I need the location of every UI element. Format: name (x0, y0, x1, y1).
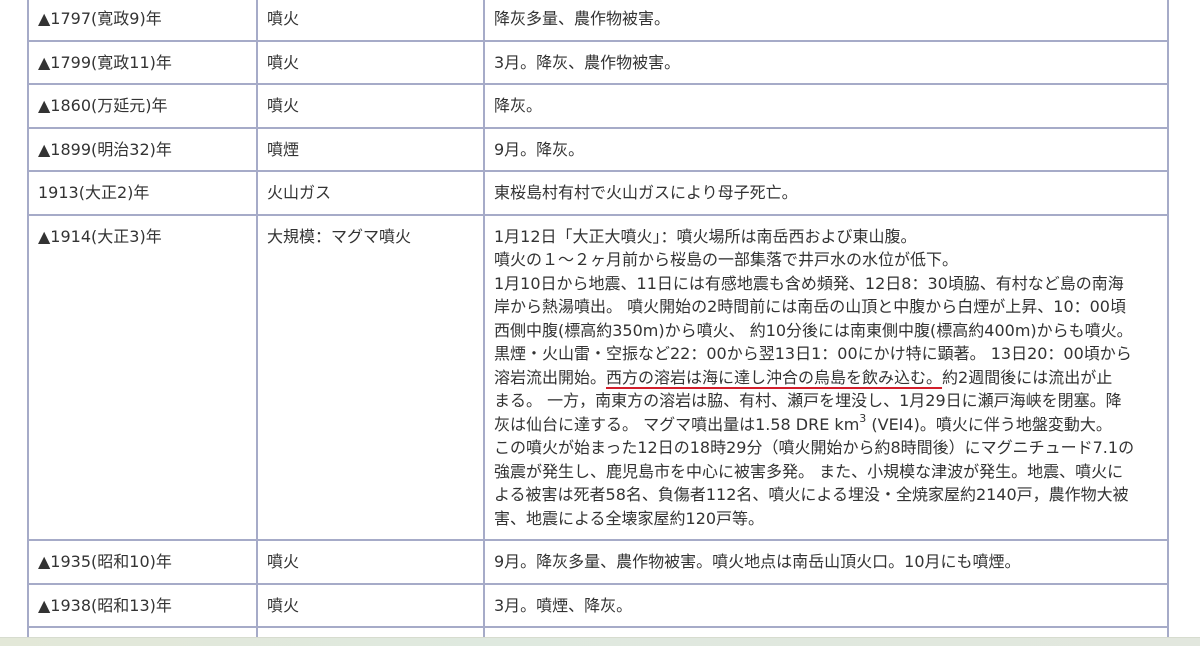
description-line: 西側中腹(標高約350m)から噴火、 約10分後には南東側中腹(標高約400m)… (494, 320, 1133, 340)
year-cell: ▲1899(明治32)年 (27, 126, 258, 172)
year-cell: ▲1797(寛政9)年 (27, 0, 258, 42)
description-line: まる。 一方，南東方の溶岩は脇、有村、瀬戸を埋没し、1月29日に瀬戸海峡を閉塞。… (494, 391, 1122, 410)
description-line: よる被害は死者58名、負傷者112名、噴火による埋没・全焼家屋約2140戸，農作… (494, 485, 1129, 504)
description-line: 1月10日から地震、11日には有感地震も含め頻発、12日8：30頃脇、有村など島… (494, 273, 1124, 293)
description-cell: 1月12日「大正大噴火」：噴火場所は南岳西および東山腹。 噴火の１～２ヶ月前から… (483, 213, 1169, 541)
description-line: 灰は仙台に達する。 マグマ噴出量は1.58 DRE km3 (VEI4)。噴火に… (494, 413, 1158, 437)
description-line: この噴火が始まった12日の18時29分（噴火開始から約8時間後）にマグニチュード… (494, 438, 1135, 457)
table-row: 1913(大正2)年 火山ガス 東桜島村有村で火山ガスにより母子死亡。 (27, 170, 1169, 216)
eruption-history-table: ▲1797(寛政9)年 噴火 降灰多量、農作物被害。 ▲1799(寛政11)年 … (27, 0, 1169, 646)
description-cell: 降灰多量、農作物被害。 (483, 0, 1169, 42)
year-cell: ▲1938(昭和13)年 (27, 582, 258, 628)
table-row: ▲1935(昭和10)年 噴火 9月。降灰多量、農作物被害。噴火地点は南岳山頂火… (27, 539, 1169, 585)
description-cell: 降灰。 (483, 83, 1169, 129)
highlighted-text: 西方の溶岩は海に達し沖合の烏島を飲み込む。 (606, 367, 943, 387)
description-line: 害、地震による全壊家屋約120戸等。 (494, 508, 765, 528)
event-type-cell: 噴火 (256, 83, 485, 129)
description-cell: 9月。降灰。 (483, 126, 1169, 172)
table-row-1914: ▲1914(大正3)年 大規模：マグマ噴火 1月12日「大正大噴火」：噴火場所は… (27, 213, 1169, 541)
description-line: 溶岩流出開始。西方の溶岩は海に達し沖合の烏島を飲み込む。約2週間後には流出が止 (494, 366, 1158, 390)
event-type-cell: 大規模：マグマ噴火 (256, 213, 485, 541)
superscript-3: 3 (859, 412, 867, 426)
description-cell: 3月。噴煙、降灰。 (483, 582, 1169, 628)
year-cell: ▲1914(大正3)年 (27, 213, 258, 541)
description-text: 溶岩流出開始。 (494, 367, 607, 387)
table-row: ▲1797(寛政9)年 噴火 降灰多量、農作物被害。 (27, 0, 1169, 42)
description-text: 約2週間後には流出が止 (942, 367, 1113, 387)
description-text: 灰は仙台に達する。 マグマ噴出量は1.58 DRE km (494, 414, 860, 434)
event-type-cell: 噴火 (256, 39, 485, 85)
year-cell: ▲1799(寛政11)年 (27, 39, 258, 85)
year-cell: ▲1935(昭和10)年 (27, 539, 258, 585)
table-row: ▲1938(昭和13)年 噴火 3月。噴煙、降灰。 (27, 582, 1169, 628)
year-cell: ▲1860(万延元)年 (27, 83, 258, 129)
event-type-cell: 噴火 (256, 539, 485, 585)
description-line: 黒煙・火山雷・空振など22：00から翌13日1：00にかけ特に顕著。 13日20… (494, 344, 1132, 363)
description-line: 強震が発生し、鹿児島市を中心に被害多発。 また、小規模な津波が発生。地震、噴火に (494, 461, 1124, 481)
eruption-history-table-container: ▲1797(寛政9)年 噴火 降灰多量、農作物被害。 ▲1799(寛政11)年 … (27, 0, 1169, 646)
table-row: ▲1860(万延元)年 噴火 降灰。 (27, 83, 1169, 129)
description-line: 岸から熱湯噴出。 噴火開始の2時間前には南岳の山頂と中腹から白煙が上昇、10：0… (494, 297, 1126, 316)
description-text: (VEI4)。噴火に伴う地盤変動大。 (866, 414, 1112, 434)
year-cell: 1913(大正2)年 (27, 170, 258, 216)
table-row: ▲1899(明治32)年 噴煙 9月。降灰。 (27, 126, 1169, 172)
page-bottom-strip (0, 637, 1200, 646)
description-cell: 3月。降灰、農作物被害。 (483, 39, 1169, 85)
description-line: 噴火の１～２ヶ月前から桜島の一部集落で井戸水の水位が低下。 (494, 250, 959, 269)
table-row: ▲1799(寛政11)年 噴火 3月。降灰、農作物被害。 (27, 39, 1169, 85)
event-type-cell: 噴火 (256, 582, 485, 628)
description-cell: 東桜島村有村で火山ガスにより母子死亡。 (483, 170, 1169, 216)
description-line: 1月12日「大正大噴火」：噴火場所は南岳西および東山腹。 (494, 226, 917, 246)
event-type-cell: 噴火 (256, 0, 485, 42)
event-type-cell: 噴煙 (256, 126, 485, 172)
event-type-cell: 火山ガス (256, 170, 485, 216)
description-cell: 9月。降灰多量、農作物被害。噴火地点は南岳山頂火口。10月にも噴煙。 (483, 539, 1169, 585)
